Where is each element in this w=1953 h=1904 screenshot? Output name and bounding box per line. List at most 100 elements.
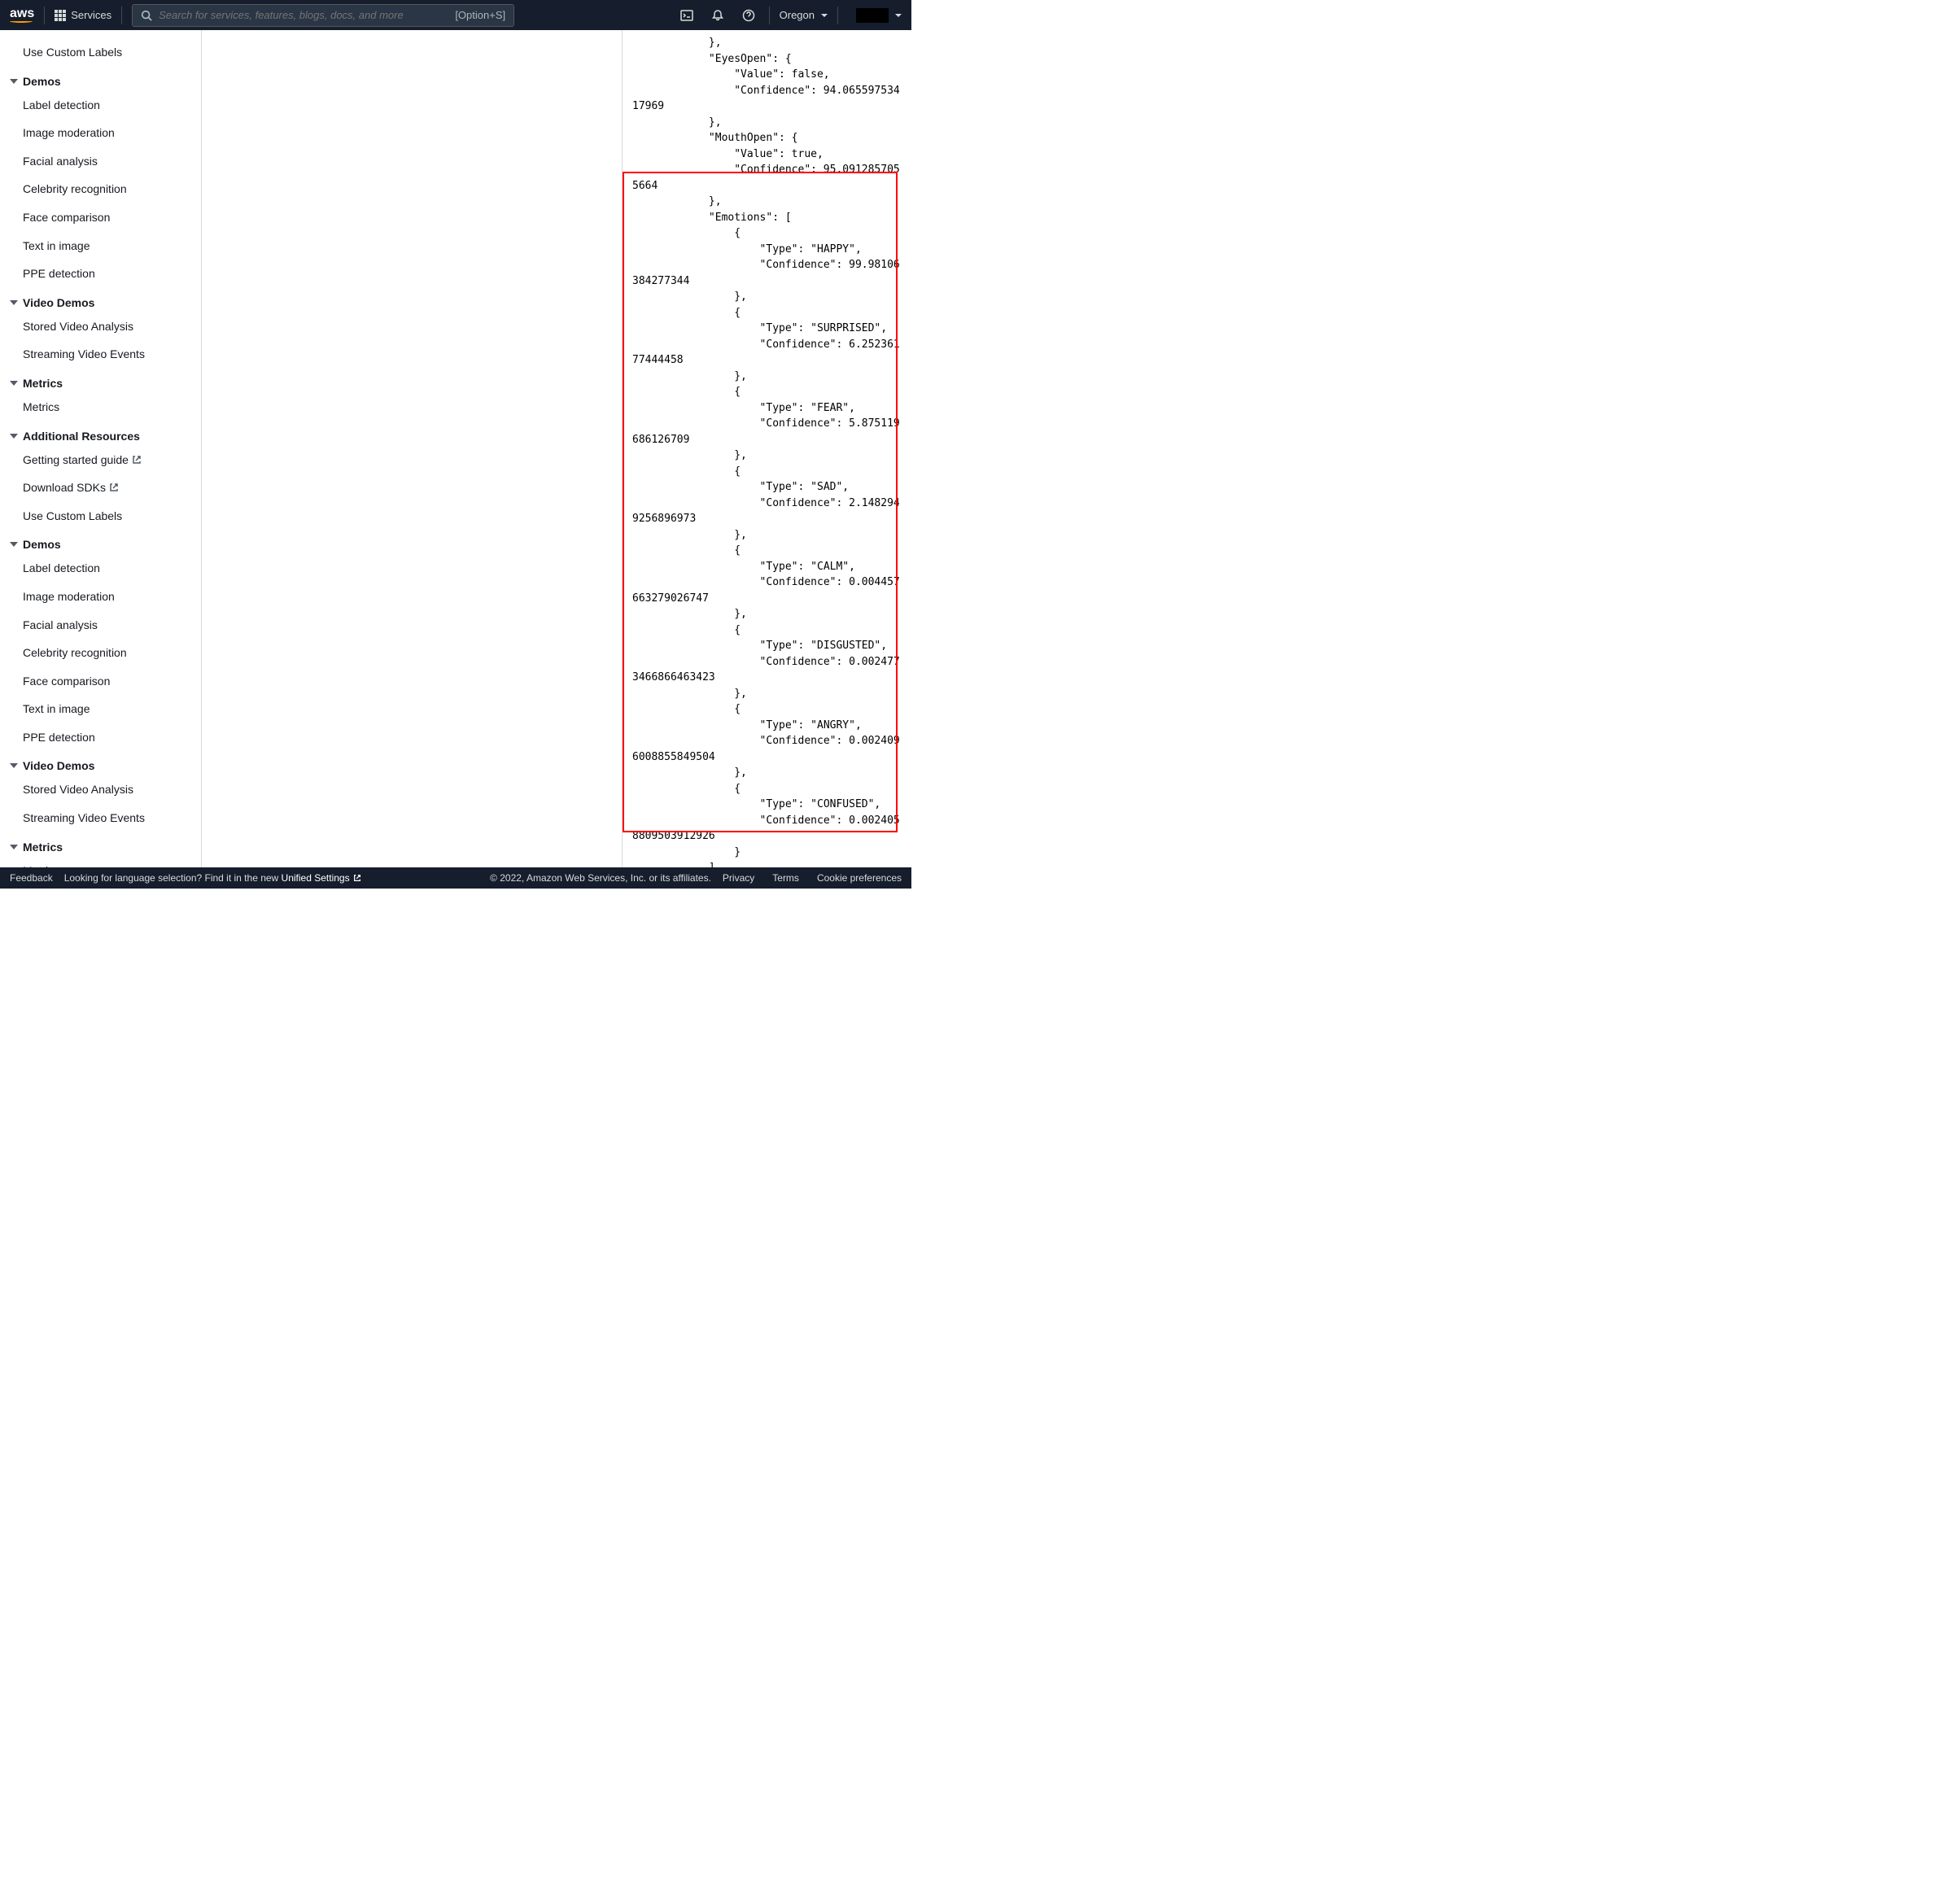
sidebar-item[interactable]: PPE detection [0,260,201,288]
sidebar-nav: Use Custom Labels Demos Label detection Ima… [0,30,202,867]
sidebar-item[interactable]: Metrics [0,857,201,867]
section-label: Metrics [23,841,63,854]
collapse-triangle-icon [10,434,18,439]
feedback-link[interactable]: Feedback [10,872,53,884]
item-label: Celebrity recognition [23,182,127,195]
unified-settings-link[interactable]: Unified Settings [282,872,361,884]
item-label: Celebrity recognition [23,646,127,659]
aws-logo-text: aws [10,7,34,20]
item-label: Text in image [23,702,90,715]
item-label: Image moderation [23,126,115,139]
sidebar-item[interactable]: Celebrity recognition [0,175,201,203]
json-response-panel: }, "EyesOpen": { "Value": false, "Confid… [622,30,911,867]
item-label: PPE detection [23,267,95,280]
item-label: Getting started guide [23,449,129,471]
collapse-triangle-icon [10,845,18,849]
footer: Feedback Looking for language selection?… [0,867,911,889]
sidebar-item[interactable]: Face comparison [0,667,201,696]
sidebar-item[interactable]: Celebrity recognition [0,639,201,667]
grid-icon [55,10,66,21]
region-selector[interactable]: Oregon [780,9,828,21]
search-box[interactable]: [Option+S] [132,4,514,27]
item-label: Facial analysis [23,155,98,168]
footer-lang-hint: Looking for language selection? Find it … [64,872,361,884]
account-menu[interactable] [848,8,902,23]
aws-logo[interactable]: aws [10,7,45,24]
collapse-triangle-icon [10,79,18,84]
item-label: Face comparison [23,211,110,224]
item-label: Stored Video Analysis [23,783,133,796]
sidebar-item[interactable]: Image moderation [0,119,201,147]
item-label: Use Custom Labels [23,46,122,59]
sidebar-item[interactable]: Text in image [0,232,201,260]
region-label: Oregon [780,9,815,21]
item-label: Face comparison [23,675,110,688]
section-label: Demos [23,75,61,88]
item-label: Label detection [23,561,100,574]
cloudshell-icon[interactable] [676,5,697,26]
sidebar-item[interactable]: Use Custom Labels [0,38,201,67]
collapse-triangle-icon [10,300,18,305]
item-label: Label detection [23,98,100,111]
sidebar-section[interactable]: Video Demos [0,751,201,775]
external-link-icon [109,483,119,492]
sidebar-item[interactable]: Text in image [0,695,201,723]
notifications-icon[interactable] [707,5,728,26]
item-label: Image moderation [23,590,115,603]
top-nav: aws Services [Option+S] Oregon [0,0,911,30]
privacy-link[interactable]: Privacy [723,872,754,884]
sidebar-section[interactable]: Metrics [0,369,201,393]
sidebar-item[interactable]: Label detection [0,91,201,120]
sidebar-section[interactable]: Demos [0,530,201,554]
sidebar-item[interactable]: Facial analysis [0,611,201,640]
cookies-link[interactable]: Cookie preferences [817,872,902,884]
sidebar-item[interactable]: Facial analysis [0,147,201,176]
external-link-icon [132,455,142,465]
json-output[interactable]: }, "EyesOpen": { "Value": false, "Confid… [623,30,911,867]
search-input[interactable] [159,9,448,21]
account-name-redacted [856,8,889,23]
sidebar-item[interactable]: Metrics [0,393,201,421]
sidebar-item[interactable]: Label detection [0,554,201,583]
terms-link[interactable]: Terms [772,872,799,884]
sidebar-section[interactable]: Demos [0,67,201,91]
section-label: Metrics [23,377,63,390]
item-label: Streaming Video Events [23,811,145,824]
sidebar-section[interactable]: Metrics [0,832,201,857]
item-label: Metrics [23,400,59,413]
collapse-triangle-icon [10,381,18,386]
item-label: Text in image [23,239,90,252]
chevron-down-icon [895,14,902,17]
collapse-triangle-icon [10,763,18,768]
sidebar-item[interactable]: Use Custom Labels [0,502,201,531]
sidebar-item[interactable]: Streaming Video Events [0,340,201,369]
search-icon [141,10,152,21]
sidebar-item[interactable]: Streaming Video Events [0,804,201,832]
sidebar-item[interactable]: Image moderation [0,583,201,611]
sidebar-section[interactable]: Video Demos [0,288,201,312]
sidebar-item[interactable]: Getting started guide [0,446,201,474]
sidebar-item[interactable]: Stored Video Analysis [0,312,201,341]
sidebar-item[interactable]: Face comparison [0,203,201,232]
item-label: PPE detection [23,731,95,744]
sidebar-section[interactable]: Additional Resources [0,421,201,446]
item-label: Facial analysis [23,618,98,631]
services-menu[interactable]: Services [55,7,122,24]
footer-copyright: © 2022, Amazon Web Services, Inc. or its… [490,872,711,884]
section-label: Additional Resources [23,430,140,443]
section-label: Video Demos [23,759,94,772]
main-content: }, "EyesOpen": { "Value": false, "Confid… [202,30,911,867]
help-icon[interactable] [738,5,759,26]
sidebar-item[interactable]: Download SDKs [0,474,201,502]
services-label: Services [71,9,111,21]
chevron-down-icon [821,14,828,17]
sidebar-item[interactable]: PPE detection [0,723,201,752]
item-label: Streaming Video Events [23,347,145,360]
item-label: Use Custom Labels [23,509,122,522]
search-shortcut: [Option+S] [455,9,505,21]
external-link-icon [353,874,361,882]
section-label: Demos [23,538,61,551]
collapse-triangle-icon [10,542,18,547]
item-label: Stored Video Analysis [23,320,133,333]
sidebar-item[interactable]: Stored Video Analysis [0,775,201,804]
